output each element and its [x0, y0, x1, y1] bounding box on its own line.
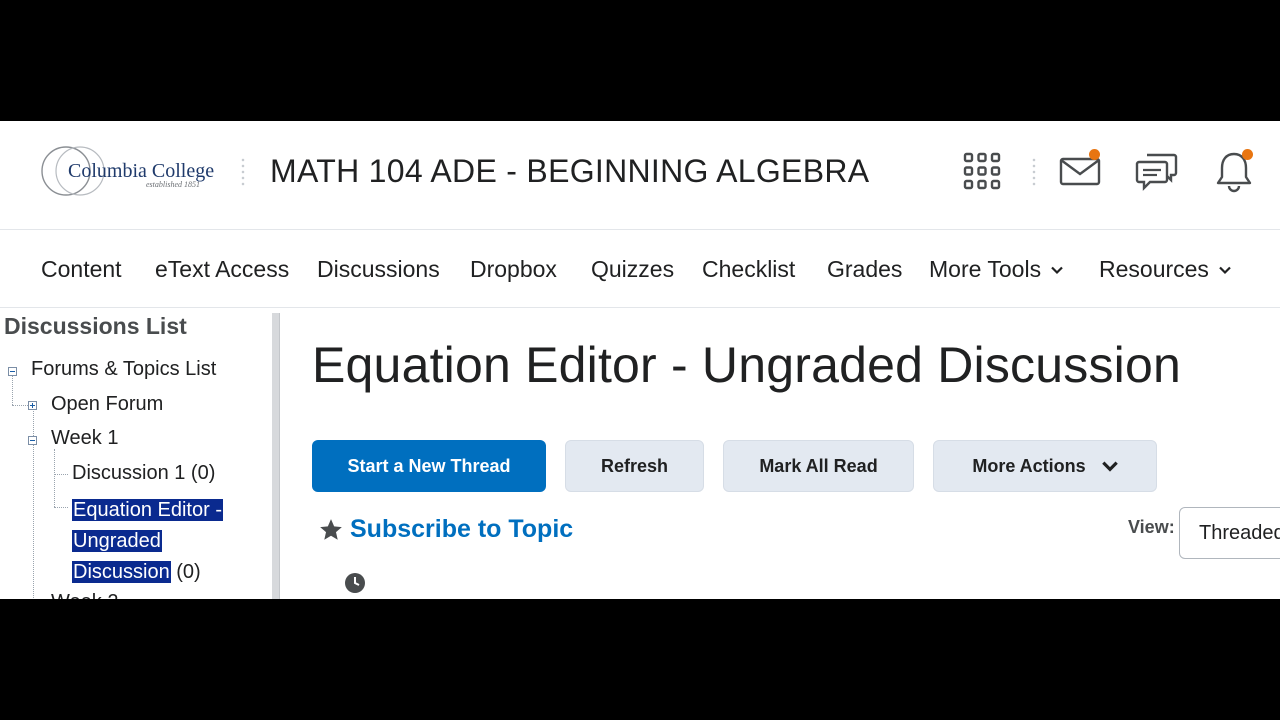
logo-tagline: established 1851	[146, 180, 200, 189]
view-label: View:	[1128, 517, 1175, 537]
chevron-down-icon	[1219, 266, 1231, 274]
nav-item-grades[interactable]: Grades	[827, 256, 902, 283]
view-select[interactable]: Threaded	[1179, 507, 1280, 559]
browser-viewport: Columbia College established 1851 MATH 1…	[0, 121, 1280, 599]
tree-root-forums-topics[interactable]: Forums & Topics List	[31, 358, 216, 381]
chevron-down-icon	[1051, 266, 1063, 274]
chat-icon[interactable]	[1135, 149, 1179, 193]
sidebar-resize-handle[interactable]	[272, 313, 280, 599]
collapse-toggle[interactable]	[28, 436, 37, 445]
sidebar-title: Discussions List	[4, 313, 187, 339]
college-logo[interactable]: Columbia College established 1851	[40, 143, 220, 199]
nav-item-resources[interactable]: Resources	[1099, 256, 1231, 283]
tree-forum-week-2[interactable]: Week 2	[51, 591, 118, 599]
tree-forum-week-1[interactable]: Week 1	[51, 427, 118, 450]
tree-topic-equation-editor[interactable]: Equation Editor - Ungraded Discussion (0…	[72, 495, 223, 588]
discussions-sidebar: Discussions List Forums & Topics List Op…	[0, 313, 272, 599]
header-separator	[241, 157, 245, 187]
nav-item-checklist[interactable]: Checklist	[702, 256, 795, 283]
apps-grid-icon[interactable]	[960, 149, 1004, 193]
expand-toggle[interactable]	[28, 401, 37, 410]
page-title: Equation Editor - Ungraded Discussion	[312, 337, 1181, 393]
star-icon	[320, 518, 342, 540]
mail-notification-dot	[1089, 149, 1100, 160]
subscribe-link[interactable]: Subscribe to Topic	[318, 515, 573, 544]
more-actions-button[interactable]: More Actions	[933, 440, 1157, 492]
refresh-button[interactable]: Refresh	[565, 440, 704, 492]
course-title[interactable]: MATH 104 ADE - BEGINNING ALGEBRA	[270, 153, 869, 190]
bell-notification-dot	[1242, 149, 1253, 160]
chevron-down-icon	[1101, 461, 1118, 472]
header-icon-separator	[1032, 157, 1036, 187]
course-nav: Content eText Access Discussions Dropbox…	[0, 230, 1280, 308]
nav-item-more-tools[interactable]: More Tools	[929, 256, 1063, 283]
logo-wordmark: Columbia College	[68, 160, 214, 182]
tree-topic-discussion-1[interactable]: Discussion 1 (0)	[72, 462, 215, 485]
tree-forum-open-forum[interactable]: Open Forum	[51, 393, 163, 416]
clock-icon	[345, 573, 365, 593]
nav-item-dropbox[interactable]: Dropbox	[470, 256, 557, 283]
collapse-toggle[interactable]	[8, 367, 17, 376]
nav-item-discussions[interactable]: Discussions	[317, 256, 440, 283]
mark-all-read-button[interactable]: Mark All Read	[723, 440, 914, 492]
nav-item-quizzes[interactable]: Quizzes	[591, 256, 674, 283]
start-new-thread-button[interactable]: Start a New Thread	[312, 440, 546, 492]
site-header: Columbia College established 1851 MATH 1…	[0, 121, 1280, 230]
nav-item-content[interactable]: Content	[41, 256, 122, 283]
nav-item-etext-access[interactable]: eText Access	[155, 256, 289, 283]
